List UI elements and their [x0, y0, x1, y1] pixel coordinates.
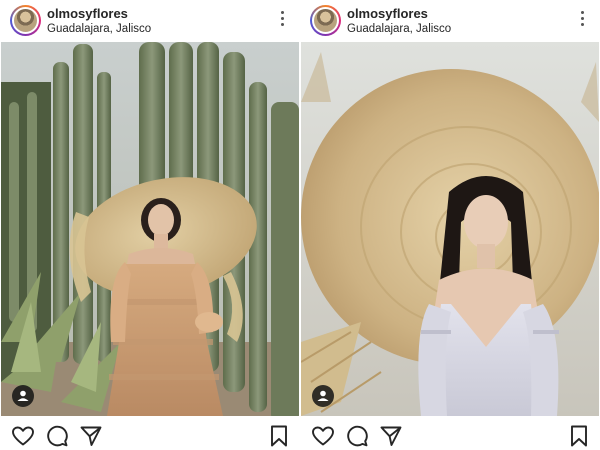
post-actions — [1, 422, 299, 450]
bookmark-icon[interactable] — [567, 424, 591, 448]
avatar[interactable] — [310, 5, 341, 36]
heart-icon[interactable] — [11, 424, 35, 448]
location-link[interactable]: Guadalajara, Jalisco — [47, 23, 151, 35]
share-icon[interactable] — [79, 424, 103, 448]
avatar-image — [12, 7, 39, 34]
avatar-image — [312, 7, 339, 34]
bookmark-icon[interactable] — [267, 424, 291, 448]
username-link[interactable]: olmosyflores — [347, 6, 428, 21]
post-photo[interactable] — [1, 42, 299, 416]
user-tag-icon[interactable] — [12, 385, 34, 407]
post-right: olmosyflores Guadalajara, Jalisco — [301, 0, 599, 450]
share-icon[interactable] — [379, 424, 403, 448]
comment-icon[interactable] — [45, 424, 69, 448]
location-link[interactable]: Guadalajara, Jalisco — [347, 23, 451, 35]
more-options-icon[interactable] — [579, 11, 585, 29]
comment-icon[interactable] — [345, 424, 369, 448]
avatar[interactable] — [10, 5, 41, 36]
post-actions — [301, 422, 599, 450]
post-header: olmosyflores Guadalajara, Jalisco — [1, 0, 299, 42]
post-left: olmosyflores Guadalajara, Jalisco — [1, 0, 299, 450]
username-link[interactable]: olmosyflores — [47, 6, 128, 21]
more-options-icon[interactable] — [279, 11, 285, 29]
heart-icon[interactable] — [311, 424, 335, 448]
post-photo[interactable] — [301, 42, 599, 416]
post-header: olmosyflores Guadalajara, Jalisco — [301, 0, 599, 42]
user-tag-icon[interactable] — [312, 385, 334, 407]
